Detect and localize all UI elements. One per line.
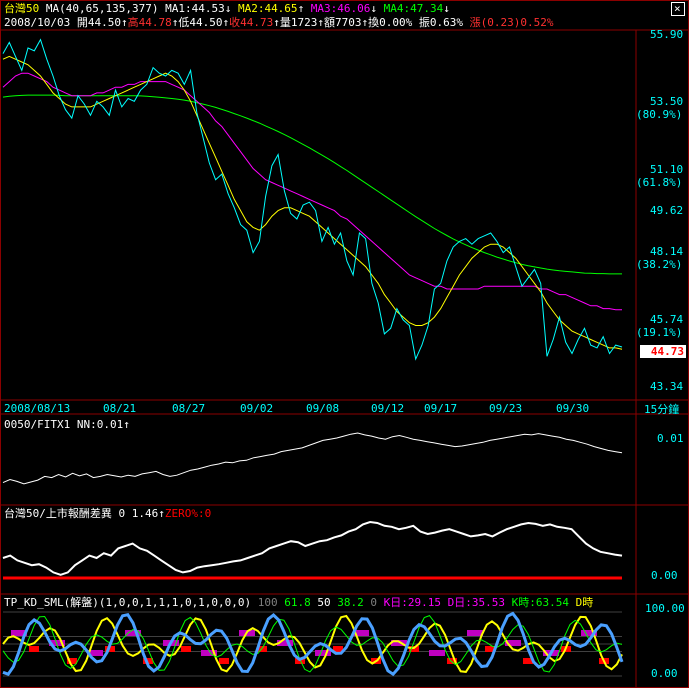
panel4-title-part: TP_KD_SML(解盤)(1,0,0,1,1,1,0,1,0,0,0) <box>4 596 252 609</box>
kd-bar <box>467 630 483 636</box>
ma2-line <box>2 55 623 350</box>
time-axis-label: 09/02 <box>240 402 274 415</box>
time-axis-label: 08/21 <box>103 402 137 415</box>
panel4-title-part: 38.2 <box>330 596 364 609</box>
legend-part: MA(40,65,135,377) <box>39 2 159 15</box>
time-axis-label: 08/27 <box>172 402 206 415</box>
legend-part: MA3:46.06 <box>304 2 371 15</box>
time-axis-label: 09/17 <box>424 402 458 415</box>
time-axis-label: 09/30 <box>556 402 590 415</box>
ohlc-part: 量1723 <box>279 16 318 29</box>
price-axis-label: 49.62 <box>650 204 684 217</box>
panel3-title-part: ↑ <box>158 507 165 520</box>
panel3-ylabel: 0.00 <box>651 569 678 582</box>
window-border <box>0 0 689 688</box>
legend-part: MA1:44.53 <box>158 2 225 15</box>
kd-bar <box>315 650 331 656</box>
close-icon: × <box>674 2 681 15</box>
stock-chart-window: { "header": { "line1": [ {"text": "台灣50"… <box>0 0 689 688</box>
time-axis-label: 09/12 <box>371 402 405 415</box>
ohlc-part: 漲(0.23)0.52% <box>462 16 554 29</box>
panel4-title-part: 0 <box>363 596 378 609</box>
time-axis-label: 09/23 <box>489 402 523 415</box>
panel4-ylabel-top: 100.00 <box>645 602 685 615</box>
panel3-title-part: 0 <box>118 507 132 520</box>
panel2-ylabel: 0.01 <box>657 432 684 445</box>
panel4-ylabel-bottom: 0.00 <box>651 667 678 680</box>
ma4-line <box>2 94 622 275</box>
legend-part: MA4:47.34 <box>377 2 444 15</box>
ohlc-part: 收44.73 <box>229 16 274 29</box>
time-axis-label: 09/08 <box>306 402 340 415</box>
panel3-title: 台灣50/上市報酬差異 0 1.46↑ZERO%:0 <box>4 507 211 520</box>
price-axis-pct-label: (19.1%) <box>636 325 683 339</box>
panel4-title-part: 50 <box>310 596 331 609</box>
panel4-title: TP_KD_SML(解盤)(1,0,0,1,1,1,0,1,0,0,0) 100… <box>4 596 593 609</box>
price-axis-label: 53.50 <box>650 95 684 109</box>
price-axis-pct-label: (38.2%) <box>636 258 683 272</box>
time-axis-label: 2008/08/13 <box>4 402 71 415</box>
ohlc-part: 2008/10/03 <box>4 16 77 29</box>
price-axis-label: 45.74 <box>650 312 684 326</box>
kd-bar <box>29 646 39 652</box>
ohlc-summary-line: 2008/10/03 開44.50↑高44.78↑低44.50↑收44.73↑量… <box>4 16 553 29</box>
panel2-title-part: ↑ <box>123 418 130 431</box>
price-axis-label: 48.14 <box>650 245 684 259</box>
ohlc-part: 額7703 <box>323 16 362 29</box>
price-axis-pct-label: (61.8%) <box>636 175 683 189</box>
panel4-title-part: K日:29.15 <box>377 596 442 609</box>
panel2-title-part: NN:0.01 <box>76 418 124 431</box>
kd-bar <box>429 650 445 656</box>
period-label: 15分鐘 <box>644 403 680 416</box>
ohlc-part: 換0.00% <box>368 16 413 29</box>
panel3-title-part: ZERO%:0 <box>164 507 212 520</box>
panel4-title-part: 100 <box>251 596 278 609</box>
panel4-title-part: D時 <box>569 596 594 609</box>
ohlc-part: ↑ <box>273 16 280 29</box>
panel2-title: 0050/FITX1 NN:0.01↑ <box>4 418 130 431</box>
panel3-title-part: 台灣50/上市報酬差異 <box>4 507 119 520</box>
panel4-title-part: K時:63.54 <box>505 596 569 609</box>
legend-part: MA2:44.65 <box>231 2 298 15</box>
panel4-title-part: D日:35.53 <box>441 596 506 609</box>
ma3-line <box>2 72 622 311</box>
price-axis-label: 43.34 <box>650 380 684 393</box>
legend-part: ↓ <box>443 2 450 15</box>
panel3-title-part: 1.46 <box>131 507 159 520</box>
panel4-title-part: 61.8 <box>277 596 311 609</box>
return-diff-line <box>2 520 623 576</box>
ohlc-part: ↑ <box>120 16 128 29</box>
indicator-legend-line: 台灣50 MA(40,65,135,377) MA1:44.53 ↓ MA2:44… <box>4 2 450 15</box>
current-price-marker: 44.73 <box>640 345 686 358</box>
nn-line <box>2 432 623 485</box>
kd-bar <box>181 646 191 652</box>
legend-part: 台灣50 <box>4 2 40 15</box>
ohlc-part: 開44.50 <box>76 16 121 29</box>
price-line <box>2 38 623 361</box>
chart-canvas <box>0 0 689 688</box>
ohlc-part: 振0.63% <box>412 16 463 29</box>
kd-bar <box>219 658 229 664</box>
ohlc-part: 高44.78 <box>127 16 172 29</box>
ohlc-part: ↑ <box>317 16 324 29</box>
panel2-title-part: 0050/FITX1 <box>4 418 77 431</box>
ohlc-part: 低44.50 <box>178 16 223 29</box>
close-button[interactable]: × <box>671 2 685 16</box>
price-axis-pct-label: (80.9%) <box>636 108 683 122</box>
price-axis-label: 55.90 <box>650 28 684 41</box>
price-axis-label: 51.10 <box>650 162 684 176</box>
